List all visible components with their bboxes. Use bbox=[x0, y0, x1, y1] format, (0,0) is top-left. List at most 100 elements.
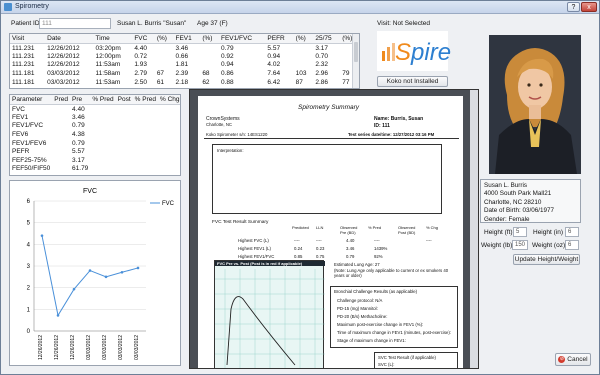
table-cell: 4.02 bbox=[267, 61, 281, 69]
table-cell: 4.40 bbox=[72, 105, 85, 113]
visits-col-header[interactable]: PEFR bbox=[265, 34, 294, 44]
cancel-label: Cancel bbox=[567, 356, 588, 363]
report-row-value: 0.75 bbox=[316, 254, 325, 259]
lung-age-note: (Note: Lung Age only applicable to curre… bbox=[334, 268, 449, 278]
table-cell: 12/26/2012 bbox=[47, 52, 80, 60]
table-row[interactable]: 111.181 03/03/2012 11:58am 2.79 67 2.39 68 0.86… bbox=[10, 69, 359, 78]
table-cell: 61.79 bbox=[72, 165, 89, 173]
table-cell bbox=[155, 61, 174, 70]
table-cell bbox=[133, 130, 158, 139]
report-row-value: 3.46 bbox=[346, 246, 355, 251]
report-col-header: Observed Pre (BD) bbox=[340, 225, 358, 235]
visits-grid[interactable]: Visit Date Time FVC (%) FEV1 (%) FEV1/FVC PEFR (%… bbox=[9, 33, 360, 89]
logo-text: Spire bbox=[395, 39, 452, 66]
data-point bbox=[120, 270, 124, 274]
params-col-header[interactable]: Post bbox=[115, 95, 133, 105]
params-col-header[interactable]: Pre bbox=[70, 95, 91, 105]
weight-lb-field[interactable]: 150 bbox=[512, 240, 528, 250]
table-cell: 111.231 bbox=[12, 61, 35, 69]
height-ft-field[interactable]: 5 bbox=[513, 227, 527, 237]
visits-table: Visit Date Time FVC (%) FEV1 (%) FEV1/FVC PEFR (%… bbox=[10, 34, 359, 86]
report-viewer[interactable]: Spirometry Summary CrownSystems Charlott… bbox=[189, 89, 479, 369]
table-cell: 0.79 bbox=[72, 122, 85, 130]
report-scrollbar[interactable] bbox=[470, 90, 478, 368]
table-cell: 111.181 bbox=[12, 70, 35, 78]
bronchial-row: PD-20 (B/s) Methacholine: bbox=[337, 314, 388, 319]
params-col-header[interactable]: Pred bbox=[52, 95, 71, 105]
table-cell bbox=[158, 147, 180, 156]
report-col-header: Observed Post (BD) bbox=[398, 225, 416, 235]
report-row-value: ---- bbox=[316, 238, 322, 243]
visits-col-header[interactable]: Time bbox=[93, 34, 133, 44]
table-row[interactable]: PEFR 5.57 bbox=[10, 147, 180, 156]
chart-title: FVC bbox=[83, 188, 97, 195]
visits-col-header[interactable]: FEV1/FVC bbox=[218, 34, 266, 44]
data-point bbox=[88, 269, 92, 272]
weight-oz-field[interactable]: 6 bbox=[565, 240, 579, 250]
visits-col-header[interactable]: (%) bbox=[154, 34, 174, 44]
visits-col-header[interactable]: 25/75 bbox=[313, 34, 341, 44]
table-cell: 12/26/2012 bbox=[47, 44, 80, 52]
table-cell: 87 bbox=[295, 78, 303, 86]
params-col-header[interactable]: Parameter bbox=[10, 95, 53, 105]
table-row[interactable]: 111.231 12/26/2012 11:53am 1.93 1.81 0.94 4.02… bbox=[10, 61, 359, 70]
patient-id-field[interactable]: 111 bbox=[39, 18, 111, 29]
table-cell: 0.94 bbox=[220, 61, 234, 69]
cancel-button[interactable]: ⊘ Cancel bbox=[555, 353, 591, 366]
table-cell bbox=[158, 165, 180, 174]
table-row[interactable]: FVC 4.40 bbox=[10, 105, 180, 114]
table-row[interactable]: FEV6 4.38 bbox=[10, 130, 180, 139]
table-cell: 68 bbox=[202, 70, 210, 78]
report-row-value: ---- bbox=[426, 238, 432, 243]
table-cell bbox=[52, 165, 70, 174]
visits-col-header[interactable]: Visit bbox=[10, 34, 46, 44]
height-in-field[interactable]: 6 bbox=[565, 227, 579, 237]
table-cell: 111.231 bbox=[12, 52, 35, 60]
parameters-grid[interactable]: Parameter Pred Pre% Pred Post% Pred% Chg FV… bbox=[9, 94, 181, 176]
table-cell: PEFR bbox=[12, 148, 30, 156]
table-row[interactable]: FEV1 3.46 bbox=[10, 113, 180, 122]
close-button[interactable]: x bbox=[581, 2, 597, 12]
visits-col-header[interactable]: (%) bbox=[200, 34, 219, 44]
table-row[interactable]: FEF50/FIF50 61.79 bbox=[10, 165, 180, 174]
table-row[interactable]: 111.231 12/26/2012 12:00pm 0.72 0.66 0.92 0.94… bbox=[10, 52, 359, 61]
params-col-header[interactable]: % Pred bbox=[132, 95, 158, 105]
help-button[interactable]: ? bbox=[567, 2, 580, 12]
table-row[interactable]: FEV1/FEV6 0.79 bbox=[10, 139, 180, 148]
table-row[interactable]: 111.181 03/03/2012 11:53am 2.50 61 2.18 62 0.88… bbox=[10, 78, 359, 87]
table-cell: 12:00pm bbox=[95, 52, 121, 60]
visits-col-header[interactable]: FVC bbox=[132, 34, 155, 44]
table-cell: 3.17 bbox=[72, 156, 85, 164]
koko-button[interactable]: Koko not Installed bbox=[377, 76, 448, 87]
parameters-table: Parameter Pred Pre% Pred Post% Pred% Chg FV… bbox=[10, 95, 180, 174]
table-cell: 0.94 bbox=[267, 52, 281, 60]
title-bar: Spirometry ? x bbox=[1, 1, 599, 14]
params-col-header[interactable]: % Chg bbox=[157, 95, 180, 105]
visits-col-header[interactable]: Date bbox=[45, 34, 94, 44]
table-cell bbox=[116, 165, 133, 174]
table-cell: 67 bbox=[156, 70, 165, 78]
report-row-value: 92% bbox=[374, 254, 383, 259]
bronchial-row: PD-15 (mg) Mannitol: bbox=[337, 306, 378, 311]
table-cell: FEV1 bbox=[12, 113, 29, 121]
table-cell bbox=[116, 105, 133, 114]
bronchial-row: Challenge protocol: N/A bbox=[337, 298, 383, 303]
table-cell: 0.88 bbox=[220, 78, 234, 86]
visits-col-header[interactable]: (%) bbox=[293, 34, 314, 44]
patient-photo bbox=[489, 35, 581, 174]
table-cell bbox=[200, 52, 219, 61]
report-col-header: Predicted bbox=[292, 225, 309, 230]
report-test-datetime: Test series date/time: 12/27/2012 03:16 … bbox=[348, 132, 435, 137]
table-cell bbox=[158, 113, 180, 122]
table-cell: 62 bbox=[202, 78, 210, 86]
visits-scrollbar[interactable] bbox=[352, 34, 359, 88]
y-tick-label: 0 bbox=[27, 329, 31, 335]
table-row[interactable]: FEF25-75% 3.17 bbox=[10, 156, 180, 165]
table-row[interactable]: FEV1/FVC 0.79 bbox=[10, 122, 180, 131]
data-point bbox=[40, 234, 44, 237]
update-height-weight-button[interactable]: Update Height/Weight bbox=[513, 254, 580, 265]
patient-age: Age 37 (F) bbox=[197, 20, 228, 27]
visits-col-header[interactable]: FEV1 bbox=[173, 34, 201, 44]
table-row[interactable]: 111.231 12/26/2012 03:20pm 4.40 3.46 0.79 5.57… bbox=[10, 44, 359, 53]
params-col-header[interactable]: % Pred bbox=[90, 95, 116, 105]
